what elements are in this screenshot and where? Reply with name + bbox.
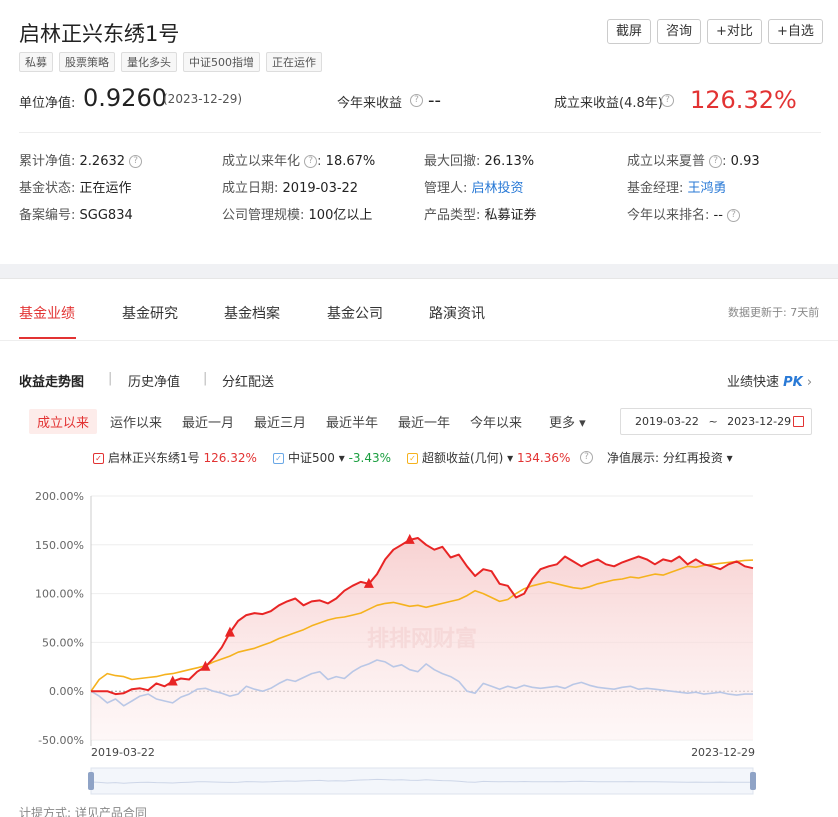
help-icon[interactable]: ? (661, 94, 674, 107)
nav-date: (2023-12-29) (163, 92, 243, 106)
y-tick-label: 200.00% (35, 490, 84, 503)
range-slider (90, 767, 754, 795)
since-value: 126.32% (690, 86, 797, 114)
tag-list: 私募 股票策略 量化多头 中证500指增 正在运作 (19, 52, 322, 72)
company-scale: 公司管理规模: 100亿以上 (222, 208, 373, 223)
active-tab-indicator (19, 337, 76, 339)
period-since-operation[interactable]: 运作以来 (110, 412, 162, 431)
tab-company[interactable]: 基金公司 (327, 303, 383, 323)
footer-note: 计提方式: 详见产品合同 (19, 806, 147, 817)
nav-value: 0.9260 (83, 84, 167, 112)
date-range-picker[interactable]: 2019-03-22 ~ 2023-12-29 (620, 408, 812, 435)
screenshot-button[interactable]: 截屏 (607, 19, 652, 44)
y-tick-label: -50.00% (38, 734, 84, 747)
subtab-history-nav[interactable]: 历史净值 (128, 371, 180, 390)
slider-handle[interactable] (88, 772, 94, 790)
cum-nav: 累计净值: 2.2632 ? (19, 150, 143, 169)
consult-button[interactable]: 咨询 (657, 19, 702, 44)
help-icon[interactable]: ? (727, 209, 741, 222)
tab-roadshow[interactable]: 路演资讯 (429, 303, 485, 323)
fund-status: 基金状态: 正在运作 (19, 181, 132, 196)
ytd-value: -- (428, 90, 441, 111)
x-start-label: 2019-03-22 (91, 746, 155, 759)
manager-company-link[interactable]: 启林投资 (472, 181, 524, 196)
sharpe: 成立以来夏普 ?: 0.93 (627, 154, 760, 169)
help-icon[interactable]: ? (410, 94, 423, 107)
max-drawdown: 最大回撤: 26.13% (424, 154, 535, 169)
tab-research[interactable]: 基金研究 (122, 303, 178, 323)
inception-date: 成立日期: 2019-03-22 (222, 181, 359, 196)
y-tick-label: 150.00% (35, 539, 84, 552)
y-tick-label: 0.00% (49, 685, 84, 698)
quick-pk-link[interactable]: 业绩快速 PK › (727, 371, 812, 390)
tab-profile[interactable]: 基金档案 (224, 303, 280, 323)
since-label: 成立来收益(4.8年) (554, 96, 663, 111)
fund-manager: 基金经理: 王鸿勇 (627, 181, 727, 196)
tab-performance[interactable]: 基金业绩 (19, 303, 75, 323)
slider-handle[interactable] (750, 772, 756, 790)
legend-excess[interactable]: ✓ 超额收益(几何) ▾ 134.36% (407, 449, 570, 466)
fund-title: 启林正兴东绣1号 (19, 22, 180, 46)
nav-label: 单位净值: (19, 96, 76, 111)
fund-manager-link[interactable]: 王鸿勇 (688, 181, 727, 196)
annual-return: 成立以来年化 ?: 18.67% (222, 154, 376, 169)
period-1m[interactable]: 最近一月 (182, 412, 234, 431)
record-no: 备案编号: SGG834 (19, 208, 133, 223)
period-1y[interactable]: 最近一年 (398, 412, 450, 431)
manager-company: 管理人: 启林投资 (424, 181, 524, 196)
fund-area (91, 538, 753, 740)
section-divider (0, 264, 838, 279)
chevron-right-icon: › (806, 375, 813, 390)
ytd-label: 今年来收益 (337, 96, 403, 111)
product-type: 产品类型: 私募证券 (424, 208, 537, 223)
tag-strategy: 股票策略 (59, 52, 115, 72)
ytd-rank: 今年以来排名: -- ? (627, 204, 741, 223)
nav-display-dropdown[interactable]: 净值展示: 分红再投资 ▾ (607, 449, 733, 466)
compare-button[interactable]: +对比 (707, 19, 762, 44)
subtab-dividend[interactable]: 分红配送 (222, 371, 274, 390)
y-tick-label: 100.00% (35, 588, 84, 601)
action-buttons: 截屏 咨询 +对比 +自选 (607, 19, 823, 44)
subtab-return-chart[interactable]: 收益走势图 (19, 371, 84, 390)
period-ytd[interactable]: 今年以来 (470, 412, 522, 431)
period-3m[interactable]: 最近三月 (254, 412, 306, 431)
period-6m[interactable]: 最近半年 (326, 412, 378, 431)
help-icon[interactable]: ? (129, 155, 143, 168)
period-more-dropdown[interactable]: 更多 ▾ (549, 412, 586, 431)
legend-fund[interactable]: ✓ 启林正兴东绣1号 126.32% (93, 449, 257, 466)
legend-index[interactable]: ✓ 中证500 ▾ -3.43% (273, 449, 391, 466)
help-icon[interactable]: ? (304, 155, 318, 168)
x-end-label: 2023-12-29 (691, 746, 755, 759)
tag-private: 私募 (19, 52, 53, 72)
period-since-inception[interactable]: 成立以来 (29, 409, 98, 434)
help-icon[interactable]: ? (580, 451, 593, 464)
calendar-icon (793, 416, 804, 427)
help-icon[interactable]: ? (709, 155, 723, 168)
tag-status: 正在运作 (266, 52, 322, 72)
return-chart: 200.00%150.00%100.00%50.00%0.00%-50.00%排… (35, 490, 756, 795)
tag-quant: 量化多头 (121, 52, 177, 72)
tag-index: 中证500指增 (183, 52, 260, 72)
y-tick-label: 50.00% (42, 636, 84, 649)
watchlist-button[interactable]: +自选 (767, 19, 823, 44)
update-note: 数据更新于: 7天前 (728, 306, 820, 319)
